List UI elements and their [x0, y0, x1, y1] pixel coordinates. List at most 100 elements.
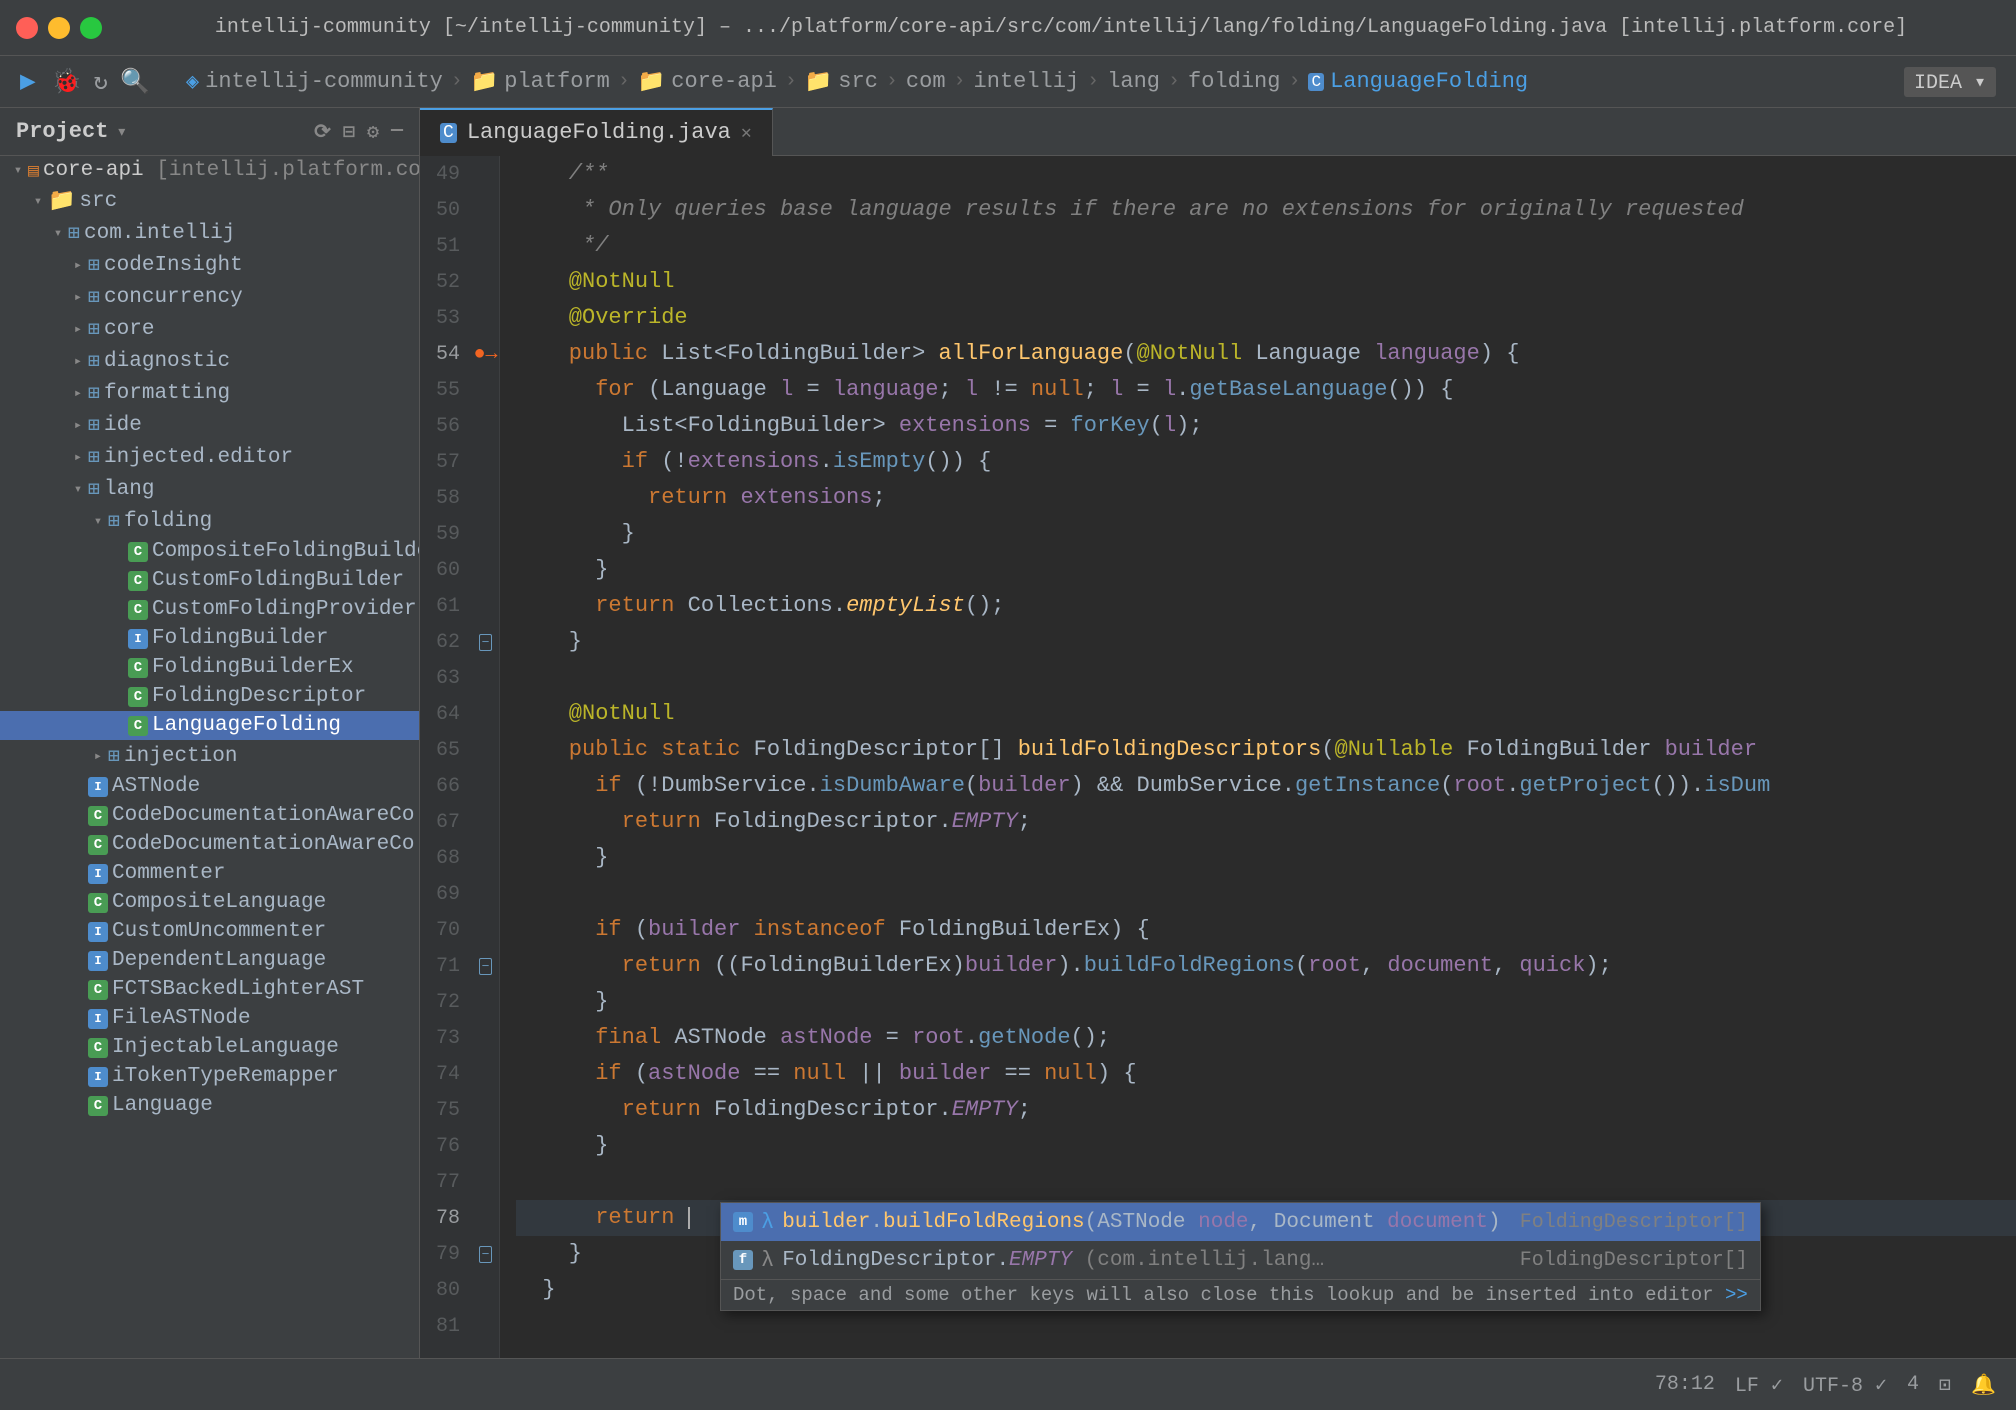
gutter-icon-66	[472, 768, 499, 804]
close-button[interactable]	[16, 17, 38, 39]
sidebar-item-codeinsight[interactable]: ▸ ⊞ codeInsight	[0, 249, 419, 281]
breadcrumb-core-api-label: core-api	[671, 69, 777, 94]
gutter-icon-62[interactable]: −	[472, 624, 499, 660]
settings-icon[interactable]: ⚙	[367, 119, 379, 145]
gutter-icon-61	[472, 588, 499, 624]
sidebar-item-dependentlanguage[interactable]: ▸ I DependentLanguage	[0, 946, 419, 975]
gutter-icon-54[interactable]: ●→	[472, 336, 499, 372]
breadcrumb-lang[interactable]: lang	[1107, 69, 1160, 94]
autocomplete-hint-link[interactable]: >>	[1725, 1284, 1748, 1306]
autocomplete-item-2[interactable]: f λ FoldingDescriptor.EMPTY (com.intelli…	[721, 1241, 1760, 1279]
sidebar-item-foldingdescriptor[interactable]: ▸ C FoldingDescriptor	[0, 682, 419, 711]
sidebar-item-core[interactable]: ▸ ⊞ core	[0, 313, 419, 345]
maximize-button[interactable]	[80, 17, 102, 39]
class-icon-foldingdescriptor: C	[128, 687, 148, 707]
gutter-icon-72	[472, 984, 499, 1020]
text-cursor	[688, 1207, 690, 1229]
line-num-58: 58	[420, 480, 472, 516]
line-num-64: 64	[420, 696, 472, 732]
breadcrumb-intellij[interactable]: intellij	[974, 69, 1080, 94]
code-line-70: if (builder instanceof FoldingBuilderEx)…	[516, 912, 2016, 948]
sidebar-item-codedoc2[interactable]: ▸ C CodeDocumentationAwareCo	[0, 830, 419, 859]
breadcrumb-com[interactable]: com	[906, 69, 946, 94]
sidebar-item-customuncommenter[interactable]: ▸ I CustomUncommenter	[0, 917, 419, 946]
sidebar-item-core-api[interactable]: ▾ ▤ core-api [intellij.platform.core]	[0, 156, 419, 185]
sidebar-item-ide[interactable]: ▸ ⊞ ide	[0, 409, 419, 441]
autocomplete-popup[interactable]: m λ builder.buildFoldRegions(ASTNode nod…	[720, 1202, 1761, 1311]
sync-files-icon[interactable]: ⟳	[314, 119, 331, 145]
sidebar-item-injection[interactable]: ▸ ⊞ injection	[0, 740, 419, 772]
sync-icon[interactable]: ↻	[94, 67, 108, 97]
sidebar-item-customfoldingprovider[interactable]: ▸ C CustomFoldingProvider	[0, 595, 419, 624]
sidebar-item-foldingbuilder[interactable]: ▸ I FoldingBuilder	[0, 624, 419, 653]
collapse-icon[interactable]: ⊟	[343, 119, 355, 145]
sidebar-item-lang[interactable]: ▾ ⊞ lang	[0, 473, 419, 505]
encoding[interactable]: UTF-8 ✓	[1803, 1372, 1887, 1398]
sidebar-item-formatting[interactable]: ▸ ⊞ formatting	[0, 377, 419, 409]
notifications-icon[interactable]: 🔔	[1971, 1372, 1996, 1398]
sidebar-item-commenter[interactable]: ▸ I Commenter	[0, 859, 419, 888]
sidebar-item-compositelanguage[interactable]: ▸ C CompositeLanguage	[0, 888, 419, 917]
sidebar-item-diagnostic[interactable]: ▸ ⊞ diagnostic	[0, 345, 419, 377]
fold-icon-71[interactable]: −	[479, 958, 493, 975]
sidebar-item-src[interactable]: ▾ 📁 src	[0, 185, 419, 217]
sidebar-item-astnode[interactable]: ▸ I ASTNode	[0, 772, 419, 801]
sidebar-item-lang-label: lang	[104, 478, 154, 501]
breadcrumb-folding[interactable]: folding	[1188, 69, 1280, 94]
autocomplete-label-2: FoldingDescriptor.EMPTY (com.intellij.la…	[782, 1249, 1324, 1272]
sidebar-item-customfolding[interactable]: ▸ C CustomFoldingBuilder	[0, 566, 419, 595]
sidebar-item-foldingbuilderex[interactable]: ▸ C FoldingBuilderEx	[0, 653, 419, 682]
sidebar-item-folding[interactable]: ▾ ⊞ folding	[0, 505, 419, 537]
line-separator[interactable]: LF ✓	[1735, 1372, 1783, 1398]
vcs-icon: ⊡	[1939, 1372, 1951, 1398]
sidebar-item-codedoc1[interactable]: ▸ C CodeDocumentationAwareCo	[0, 801, 419, 830]
sidebar-header: Project ▾ ⟳ ⊟ ⚙ —	[0, 108, 419, 156]
sidebar-item-fcts[interactable]: ▸ C FCTSBackedLighterAST	[0, 975, 419, 1004]
autocomplete-item-1[interactable]: m λ builder.buildFoldRegions(ASTNode nod…	[721, 1203, 1760, 1241]
code-line-67: return FoldingDescriptor.EMPTY;	[516, 804, 2016, 840]
sidebar-item-language[interactable]: ▸ C Language	[0, 1091, 419, 1120]
code-line-66: if (!DumbService.isDumbAware(builder) &&…	[516, 768, 2016, 804]
sidebar-item-itokentyperemapper[interactable]: ▸ I iTokenTypeRemapper	[0, 1062, 419, 1091]
code-line-56: List<FoldingBuilder> extensions = forKey…	[516, 408, 2016, 444]
breadcrumb-src[interactable]: 📁 src	[805, 69, 878, 95]
tab-languagefolding[interactable]: C LanguageFolding.java ✕	[420, 108, 773, 156]
sidebar-item-languagefolding-label: LanguageFolding	[152, 714, 341, 737]
sidebar-item-concurrency[interactable]: ▸ ⊞ concurrency	[0, 281, 419, 313]
sidebar-item-com-intellij[interactable]: ▾ ⊞ com.intellij	[0, 217, 419, 249]
indent-indicator[interactable]: 4	[1907, 1373, 1919, 1396]
line-num-73: 73	[420, 1020, 472, 1056]
fold-icon-79[interactable]: −	[479, 1246, 493, 1263]
gutter-icon-65	[472, 732, 499, 768]
tab-close-icon[interactable]: ✕	[741, 122, 752, 144]
breadcrumb-core-api[interactable]: 📁 core-api	[638, 69, 777, 95]
code-line-74: if (astNode == null || builder == null) …	[516, 1056, 2016, 1092]
sidebar-item-languagefolding[interactable]: ▸ C LanguageFolding	[0, 711, 419, 740]
line-num-77: 77	[420, 1164, 472, 1200]
build-icon[interactable]: 🐞	[52, 67, 82, 97]
sidebar-item-foldingbuilderex-label: FoldingBuilderEx	[152, 656, 354, 679]
gutter-icon-71[interactable]: −	[472, 948, 499, 984]
run-icon[interactable]: ▶	[20, 66, 36, 97]
code-line-77	[516, 1164, 2016, 1200]
sidebar-item-injectablelanguage[interactable]: ▸ C InjectableLanguage	[0, 1033, 419, 1062]
minimize-button[interactable]	[48, 17, 70, 39]
breadcrumb-platform[interactable]: 📁 platform	[471, 69, 610, 95]
breadcrumb-project[interactable]: ◈ intellij-community	[186, 69, 443, 95]
dropdown-arrow-icon[interactable]: ▾	[116, 121, 127, 143]
code-line-57: if (!extensions.isEmpty()) {	[516, 444, 2016, 480]
gutter-icon-53	[472, 300, 499, 336]
gutter-icon-79[interactable]: −	[472, 1236, 499, 1272]
editor-content[interactable]: 49 50 51 52 53 54 55 56 57 58 59 60 61 6…	[420, 156, 2016, 1358]
sidebar-item-injection-label: injection	[124, 745, 237, 768]
fold-icon-62[interactable]: −	[479, 634, 493, 651]
sidebar-item-compositefolding[interactable]: ▸ C CompositeFoldingBuilder	[0, 537, 419, 566]
breadcrumb-languagefolding[interactable]: C LanguageFolding	[1308, 69, 1528, 94]
package-icon-ide: ⊞	[88, 412, 100, 438]
cursor-position[interactable]: 78:12	[1655, 1373, 1715, 1396]
search-icon[interactable]: 🔍	[120, 67, 150, 97]
sidebar-item-fileastnode[interactable]: ▸ I FileASTNode	[0, 1004, 419, 1033]
sidebar-item-injected-editor[interactable]: ▸ ⊞ injected.editor	[0, 441, 419, 473]
code-editor[interactable]: /** * Only queries base language results…	[500, 156, 2016, 1358]
close-panel-icon[interactable]: —	[391, 119, 403, 145]
